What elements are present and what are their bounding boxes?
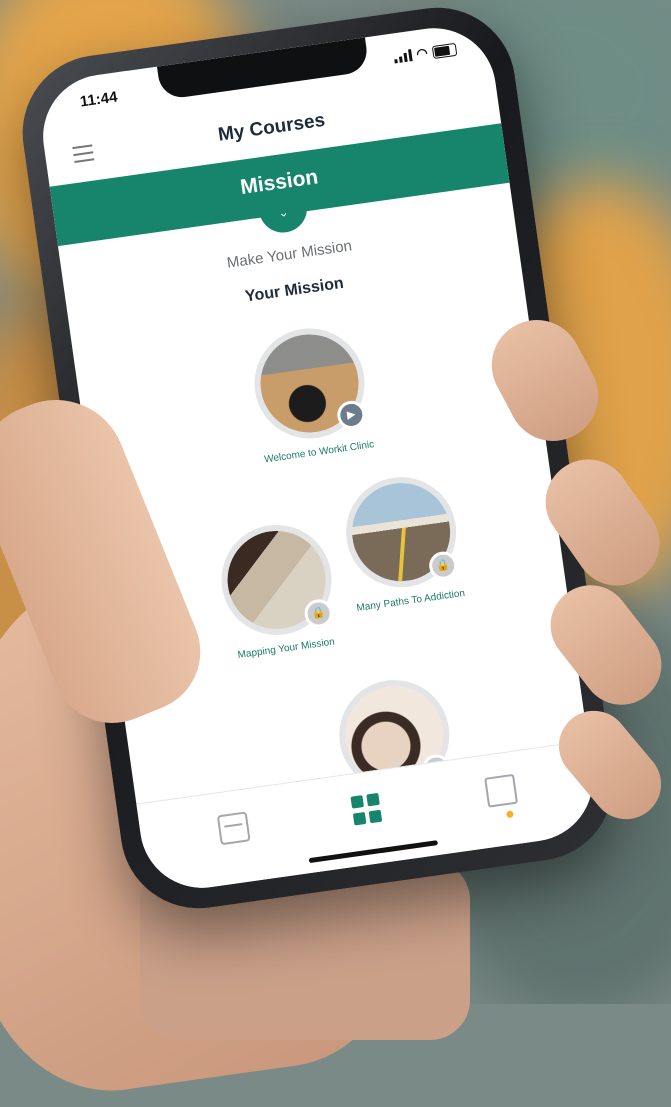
grid-icon[interactable]: [350, 792, 384, 827]
wifi-icon: ◠: [415, 44, 429, 62]
calendar-icon[interactable]: [216, 811, 251, 846]
signal-icon: [393, 49, 413, 64]
lesson-item[interactable]: 🔒 Mapping Your Mission: [205, 516, 352, 665]
lesson-title: Many Paths To Addiction: [355, 587, 466, 615]
chevron-down-icon: ⌄: [277, 204, 290, 221]
expand-toggle[interactable]: ⌄: [258, 197, 311, 236]
chat-icon[interactable]: [484, 773, 519, 808]
lesson-title: Mapping Your Mission: [237, 636, 336, 662]
lesson-item[interactable]: 🔒 Many Paths To Addiction: [329, 469, 476, 618]
lesson-title: Welcome to Workit Clinic: [263, 439, 375, 466]
battery-icon: [431, 42, 458, 59]
notification-dot: [505, 810, 514, 819]
status-icons: ◠: [393, 41, 458, 66]
lesson-item[interactable]: ▶ Welcome to Workit Clinic: [238, 320, 385, 469]
status-time: 11:44: [78, 88, 119, 111]
